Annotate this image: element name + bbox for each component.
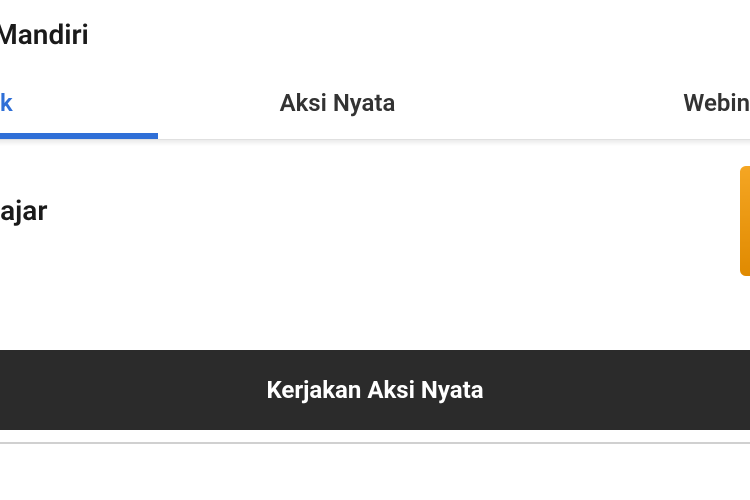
page-title: han Mandiri xyxy=(0,0,750,75)
content-area: Belajar xyxy=(0,146,750,227)
tab-active[interactable]: k xyxy=(0,75,150,139)
content-title: Belajar xyxy=(0,194,750,227)
tab-webinar[interactable]: Webin xyxy=(525,75,750,139)
thumbnail-edge xyxy=(740,166,750,276)
divider xyxy=(0,442,750,444)
tabs: k Aksi Nyata Webin xyxy=(0,75,750,140)
tab-aksi-nyata[interactable]: Aksi Nyata xyxy=(150,75,525,139)
cta-kerjakan-aksi-nyata[interactable]: Kerjakan Aksi Nyata xyxy=(0,350,750,430)
